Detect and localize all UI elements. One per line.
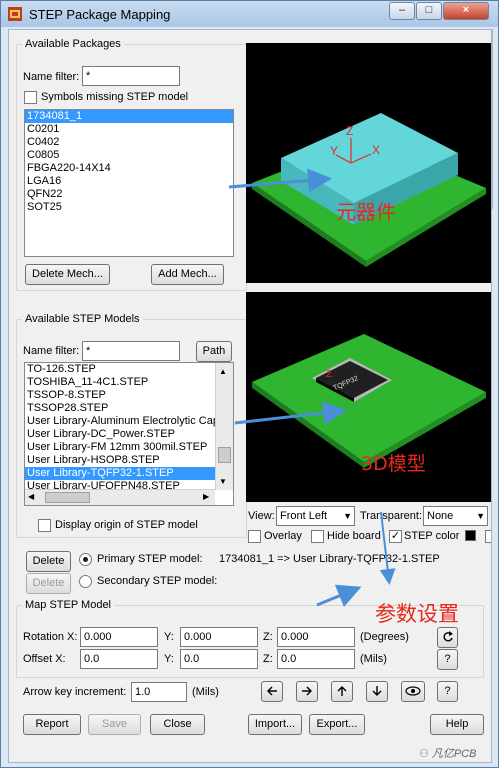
watermark: ⚇ 凡亿PCB (419, 745, 476, 761)
annotation-arrow-settings (316, 584, 362, 607)
annotation-arrow-transparent (379, 511, 396, 585)
watermark-text: 凡亿PCB (431, 748, 477, 760)
wechat-icon: ⚇ (419, 748, 429, 760)
annotation-arrow-component (228, 168, 332, 193)
annotation-overlay: 参数设置 (228, 168, 459, 626)
dialog-window: STEP Package Mapping – □ × Available Pac… (0, 0, 499, 768)
annotation-settings: 参数设置 (375, 602, 459, 626)
annotation-arrow-model (234, 401, 347, 425)
